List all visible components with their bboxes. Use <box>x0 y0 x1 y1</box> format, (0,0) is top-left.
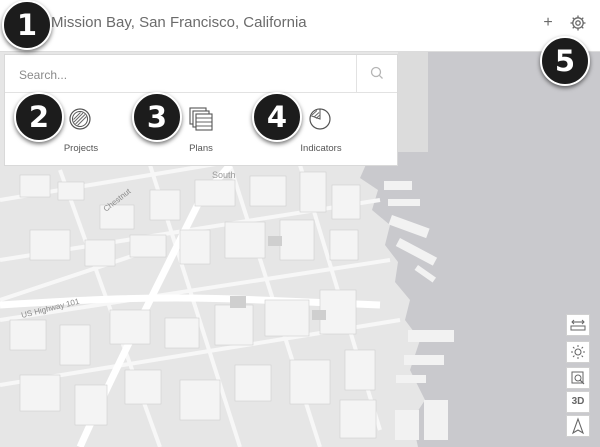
map-label-district: South <box>212 170 236 180</box>
measure-icon <box>570 319 586 331</box>
slice-button[interactable] <box>566 367 590 389</box>
tool-label-plans: Plans <box>189 143 213 154</box>
search-button[interactable] <box>356 55 397 92</box>
daylight-icon <box>571 345 585 359</box>
search-bar <box>5 55 397 93</box>
scene-title: Mission Bay, San Francisco, California <box>51 14 307 31</box>
3d-toggle-button[interactable]: 3D <box>566 391 590 413</box>
plus-icon[interactable]: + <box>539 14 557 32</box>
callout-5: 5 <box>540 36 590 86</box>
tool-label-indicators: Indicators <box>300 143 342 154</box>
search-input[interactable] <box>17 64 341 86</box>
compass-button[interactable] <box>566 415 590 437</box>
indicators-icon <box>309 108 331 130</box>
projects-icon <box>69 108 91 130</box>
callout-4: 4 <box>252 92 302 142</box>
scene-header: Mission Bay, San Francisco, California + <box>0 0 600 52</box>
search-icon <box>370 66 383 79</box>
callout-3: 3 <box>132 92 182 142</box>
slice-icon <box>571 371 585 385</box>
plans-icon <box>189 107 213 131</box>
callout-1: 1 <box>2 0 52 50</box>
tool-label-projects: Projects <box>63 143 99 154</box>
compass-icon <box>571 417 585 435</box>
measure-button[interactable] <box>566 314 590 336</box>
daylight-button[interactable] <box>566 341 590 363</box>
gear-icon[interactable] <box>569 14 587 32</box>
callout-2: 2 <box>14 92 64 142</box>
